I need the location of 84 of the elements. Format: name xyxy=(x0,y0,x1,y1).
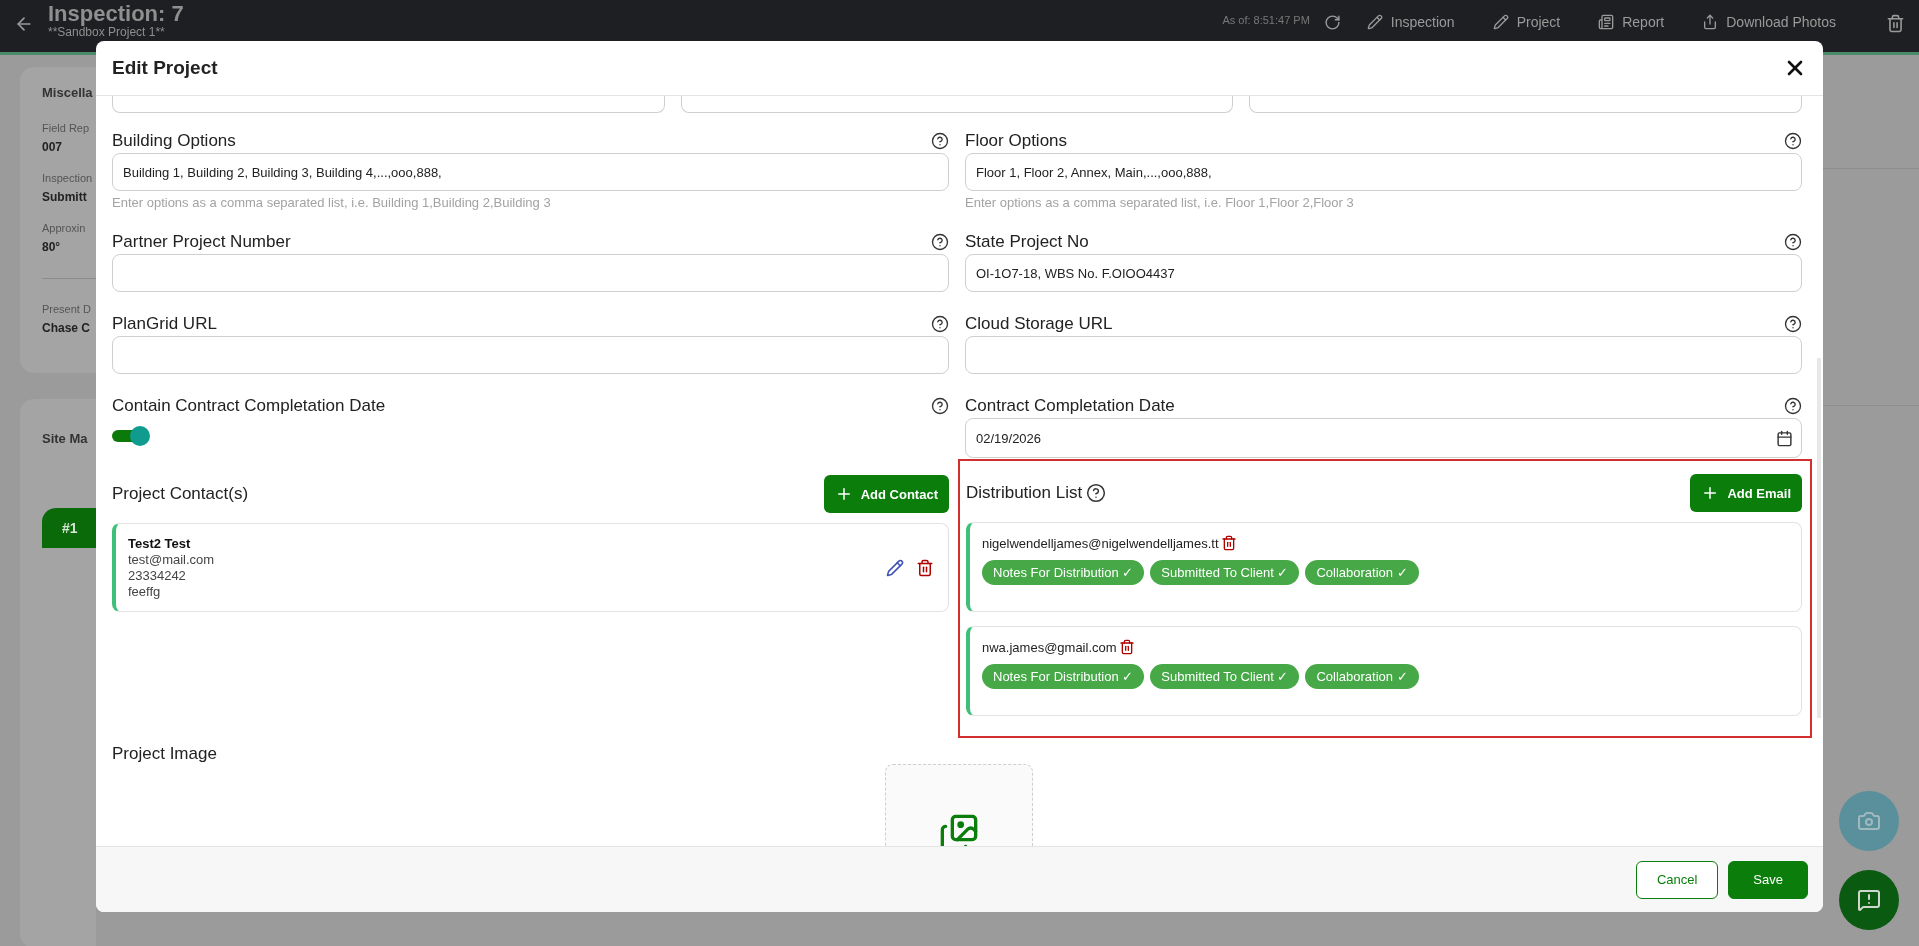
toolbar-action[interactable]: Report xyxy=(1586,14,1677,30)
tag: Collaboration ✓ xyxy=(1305,664,1419,689)
recipient-email: nigelwendelljames@nigelwendelljames.tt xyxy=(982,535,1219,551)
section-title: Project Contact(s) xyxy=(112,484,249,504)
field-label: Contract Completation Date xyxy=(965,396,1175,416)
feedback-button[interactable] xyxy=(1839,870,1899,930)
toggle-switch[interactable] xyxy=(112,424,150,448)
info-label: Present D xyxy=(42,303,92,315)
dialog-title: Edit Project xyxy=(112,57,218,79)
help-icon[interactable] xyxy=(1784,233,1802,251)
cancel-button[interactable]: Cancel xyxy=(1635,860,1719,899)
delete-icon[interactable] xyxy=(1118,639,1135,655)
info-value: 80° xyxy=(42,240,62,254)
help-icon[interactable] xyxy=(1086,483,1107,503)
add-contact-button[interactable]: Add Contact xyxy=(823,475,949,513)
tag: Submitted To Client ✓ xyxy=(1150,664,1300,689)
report-icon xyxy=(1598,14,1615,30)
text-field[interactable] xyxy=(112,254,949,292)
site-tab[interactable]: #1 xyxy=(42,508,96,548)
text-field[interactable]: Building 1, Building 2, Building 3, Building 4,...,ooo,888, xyxy=(112,153,949,191)
text-field[interactable] xyxy=(965,336,1802,374)
toolbar-action[interactable]: Project xyxy=(1480,14,1573,30)
info-label: Approxin xyxy=(42,222,87,234)
delete-icon[interactable] xyxy=(916,558,934,577)
recipient-email: nwa.james@gmail.com xyxy=(982,639,1117,655)
tag: Notes For Distribution ✓ xyxy=(982,560,1145,585)
field-label: Floor Options xyxy=(965,131,1068,151)
tag: Collaboration ✓ xyxy=(1305,560,1419,585)
trash-icon[interactable] xyxy=(1886,14,1905,33)
sync-time: As of: 8:51:47 PM xyxy=(1222,14,1310,26)
toolbar-action[interactable]: Inspection xyxy=(1354,14,1467,30)
image-icon xyxy=(939,813,979,846)
text-field[interactable]: Floor 1, Floor 2, Annex, Main,...,ooo,888, xyxy=(965,153,1802,191)
card-title: Miscella xyxy=(42,85,94,100)
field-label: Partner Project Number xyxy=(112,232,291,252)
card-title: Site Ma xyxy=(41,431,89,446)
contact-detail: test@mail.com xyxy=(128,552,215,567)
info-label: Inspection xyxy=(42,172,94,184)
text-field[interactable]: OI-1O7-18, WBS No. F.OIOO4437 xyxy=(965,254,1802,292)
calendar-icon[interactable] xyxy=(1776,429,1793,447)
text-field[interactable] xyxy=(112,336,949,374)
edit-icon[interactable] xyxy=(886,558,904,577)
help-icon[interactable] xyxy=(931,233,949,251)
page-title: Inspection: 7 xyxy=(48,2,185,26)
contact-detail: feeffg xyxy=(128,584,162,599)
help-icon[interactable] xyxy=(1784,397,1802,415)
help-icon[interactable] xyxy=(931,397,949,415)
save-button[interactable]: Save xyxy=(1728,860,1808,899)
contact-name: Test2 Test xyxy=(128,536,192,551)
section-title: Distribution List xyxy=(966,483,1083,503)
field-label: Contain Contract Completation Date xyxy=(112,396,386,416)
toolbar-action[interactable]: Download Photos xyxy=(1690,14,1848,30)
project-subtitle: **Sandbox Project 1** xyxy=(48,26,166,39)
help-icon[interactable] xyxy=(1784,315,1802,333)
contact-detail: 23334242 xyxy=(128,568,187,583)
add-email-button[interactable]: Add Email xyxy=(1690,474,1802,512)
field-label: Cloud Storage URL xyxy=(965,314,1113,334)
field-hint: Enter options as a comma separated list, i.e. Floor 1,Floor 2,Floor 3 xyxy=(965,195,1355,210)
text-field[interactable] xyxy=(112,96,665,113)
date-field[interactable]: 02/19/2026 xyxy=(965,418,1802,458)
info-value: Submitt xyxy=(42,190,88,204)
delete-icon[interactable] xyxy=(1220,535,1237,551)
info-value: Chase C xyxy=(42,321,92,335)
refresh-icon[interactable] xyxy=(1323,14,1341,31)
camera-icon xyxy=(1857,809,1881,833)
tag: Submitted To Client ✓ xyxy=(1150,560,1300,585)
image-upload-area[interactable] xyxy=(885,764,1033,846)
field-hint: Enter options as a comma separated list, i.e. Building 1,Building 2,Building 3 xyxy=(112,195,552,210)
pencil-icon xyxy=(1366,14,1383,30)
section-title: Project Image xyxy=(112,744,218,764)
help-icon[interactable] xyxy=(931,315,949,333)
tag: Notes For Distribution ✓ xyxy=(982,664,1145,689)
pencil-icon xyxy=(1492,14,1509,30)
help-icon[interactable] xyxy=(931,132,949,150)
text-field[interactable] xyxy=(680,96,1234,113)
feedback-icon xyxy=(1857,888,1881,912)
field-label: State Project No xyxy=(965,232,1089,252)
share-icon xyxy=(1702,14,1719,30)
info-value: 007 xyxy=(42,140,64,154)
field-label: PlanGrid URL xyxy=(112,314,217,334)
text-field[interactable] xyxy=(1249,96,1802,113)
info-label: Field Rep xyxy=(42,122,91,134)
help-icon[interactable] xyxy=(1784,132,1802,150)
field-label: Building Options xyxy=(112,131,236,151)
